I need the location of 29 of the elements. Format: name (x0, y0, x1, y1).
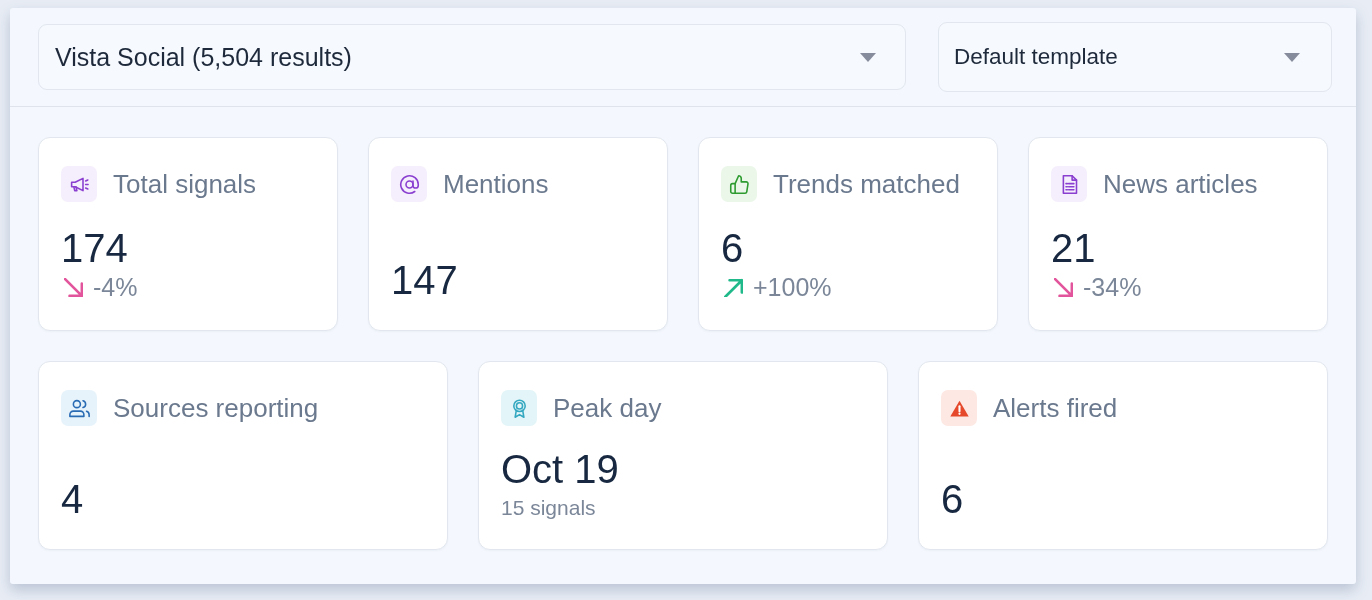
change-percent: -34% (1083, 272, 1142, 302)
thumbs-up-icon (721, 166, 757, 202)
document-icon (1051, 166, 1087, 202)
users-icon (61, 390, 97, 426)
stat-label: Peak day (553, 393, 662, 423)
caret-icon (860, 52, 876, 62)
stat-note: 15 signals (501, 495, 596, 521)
change-percent: -4% (93, 272, 138, 302)
stat-label: Mentions (443, 169, 549, 199)
stat-value: 6 (721, 226, 744, 270)
stat-value: 147 (391, 258, 458, 302)
stat-value: Oct 19 (501, 447, 619, 491)
stat-label: Alerts fired (993, 393, 1118, 423)
dropdown[interactable]: Vista Social (5,504 results) (38, 24, 906, 90)
dropdown[interactable]: Default template (938, 22, 1332, 92)
warning-icon (941, 390, 977, 426)
change-percent: +100% (753, 272, 832, 302)
stat-value: 4 (61, 477, 84, 521)
megaphone-icon (61, 166, 97, 202)
caret-icon (1284, 52, 1300, 62)
stat-value: 21 (1051, 226, 1096, 270)
stat-value: 174 (61, 226, 128, 270)
stat-label: Trends matched (773, 169, 960, 199)
stat-label: News articles (1103, 169, 1258, 199)
award-ribbon-icon (501, 390, 537, 426)
stat-label: Total signals (113, 169, 257, 199)
stat-value: 6 (941, 477, 964, 521)
stat-label: Sources reporting (113, 393, 319, 423)
at-sign-icon (391, 166, 427, 202)
